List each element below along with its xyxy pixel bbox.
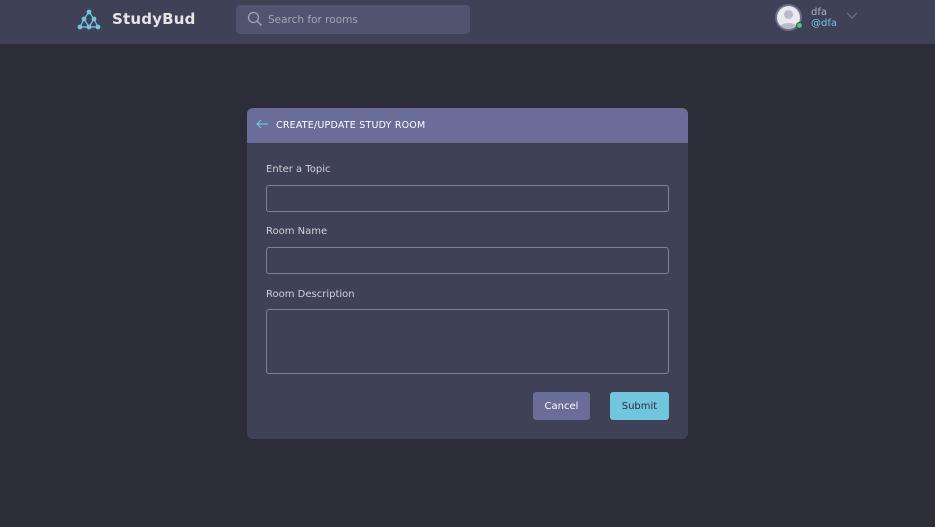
- card-header: CREATE/UPDATE STUDY ROOM: [247, 108, 688, 143]
- studybud-logo-icon[interactable]: [77, 9, 101, 31]
- room-description-label: Room Description: [266, 289, 355, 300]
- chevron-down-icon[interactable]: [846, 10, 858, 20]
- room-form-card: CREATE/UPDATE STUDY ROOM Enter a Topic R…: [247, 108, 688, 439]
- user-name[interactable]: dfa: [811, 7, 827, 18]
- submit-button[interactable]: Submit: [610, 392, 669, 420]
- brand-name[interactable]: StudyBud: [112, 10, 196, 28]
- user-avatar-wrap[interactable]: [775, 4, 803, 31]
- user-handle[interactable]: @dfa: [811, 18, 837, 29]
- room-name-input[interactable]: [266, 247, 669, 274]
- search-input[interactable]: [268, 5, 466, 34]
- room-name-label: Room Name: [266, 226, 328, 237]
- form-title: CREATE/UPDATE STUDY ROOM: [276, 120, 426, 131]
- topic-input[interactable]: [266, 185, 669, 212]
- online-status-dot: [796, 22, 803, 29]
- top-nav: StudyBud dfa @dfa: [0, 0, 935, 44]
- cancel-button[interactable]: Cancel: [533, 392, 590, 420]
- search-icon: [247, 11, 262, 26]
- topic-label: Enter a Topic: [266, 164, 331, 175]
- arrow-left-icon[interactable]: [256, 119, 269, 129]
- search-bar[interactable]: [236, 5, 470, 34]
- room-description-textarea[interactable]: [266, 309, 669, 374]
